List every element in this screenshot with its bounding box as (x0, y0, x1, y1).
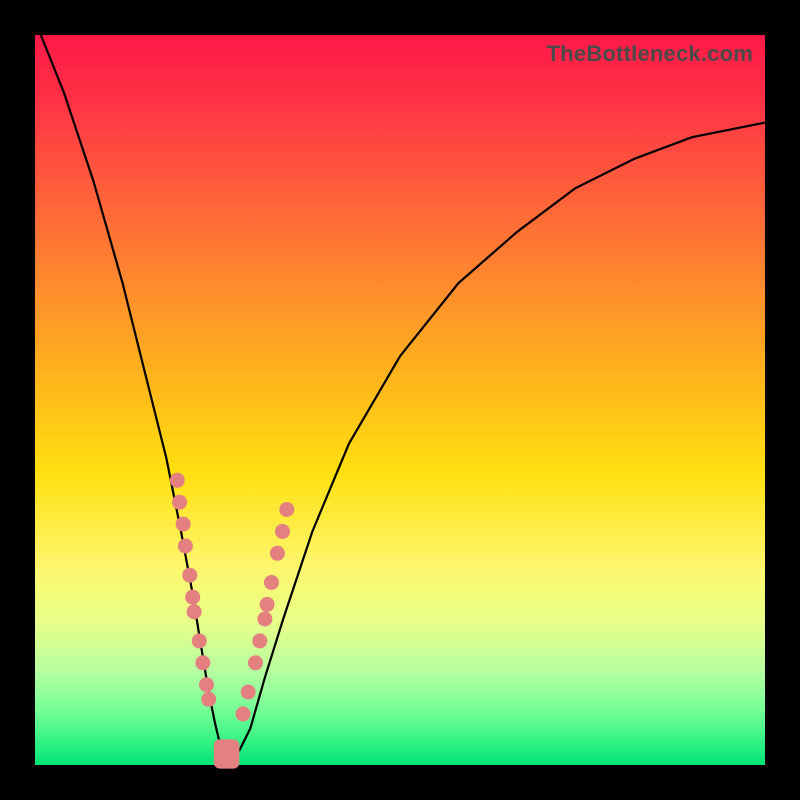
data-point (275, 524, 290, 539)
data-point (279, 502, 294, 517)
data-point (241, 685, 256, 700)
data-point (201, 692, 216, 707)
chart-frame: TheBottleneck.com (0, 0, 800, 800)
data-point (236, 706, 251, 721)
curve-svg (35, 35, 765, 765)
data-point (178, 539, 193, 554)
data-point (248, 655, 263, 670)
data-point (176, 517, 191, 532)
data-point (199, 677, 214, 692)
bottom-capsule (214, 739, 240, 768)
data-point (257, 612, 272, 627)
plot-area: TheBottleneck.com (35, 35, 765, 765)
data-point (252, 633, 267, 648)
data-point (260, 597, 275, 612)
bottleneck-curve (35, 20, 765, 757)
data-point (172, 495, 187, 510)
data-point (182, 568, 197, 583)
points-left-branch (170, 473, 216, 707)
data-point (185, 590, 200, 605)
data-point (170, 473, 185, 488)
data-point (264, 575, 279, 590)
data-point (195, 655, 210, 670)
data-point (192, 633, 207, 648)
data-point (270, 546, 285, 561)
data-point (187, 604, 202, 619)
